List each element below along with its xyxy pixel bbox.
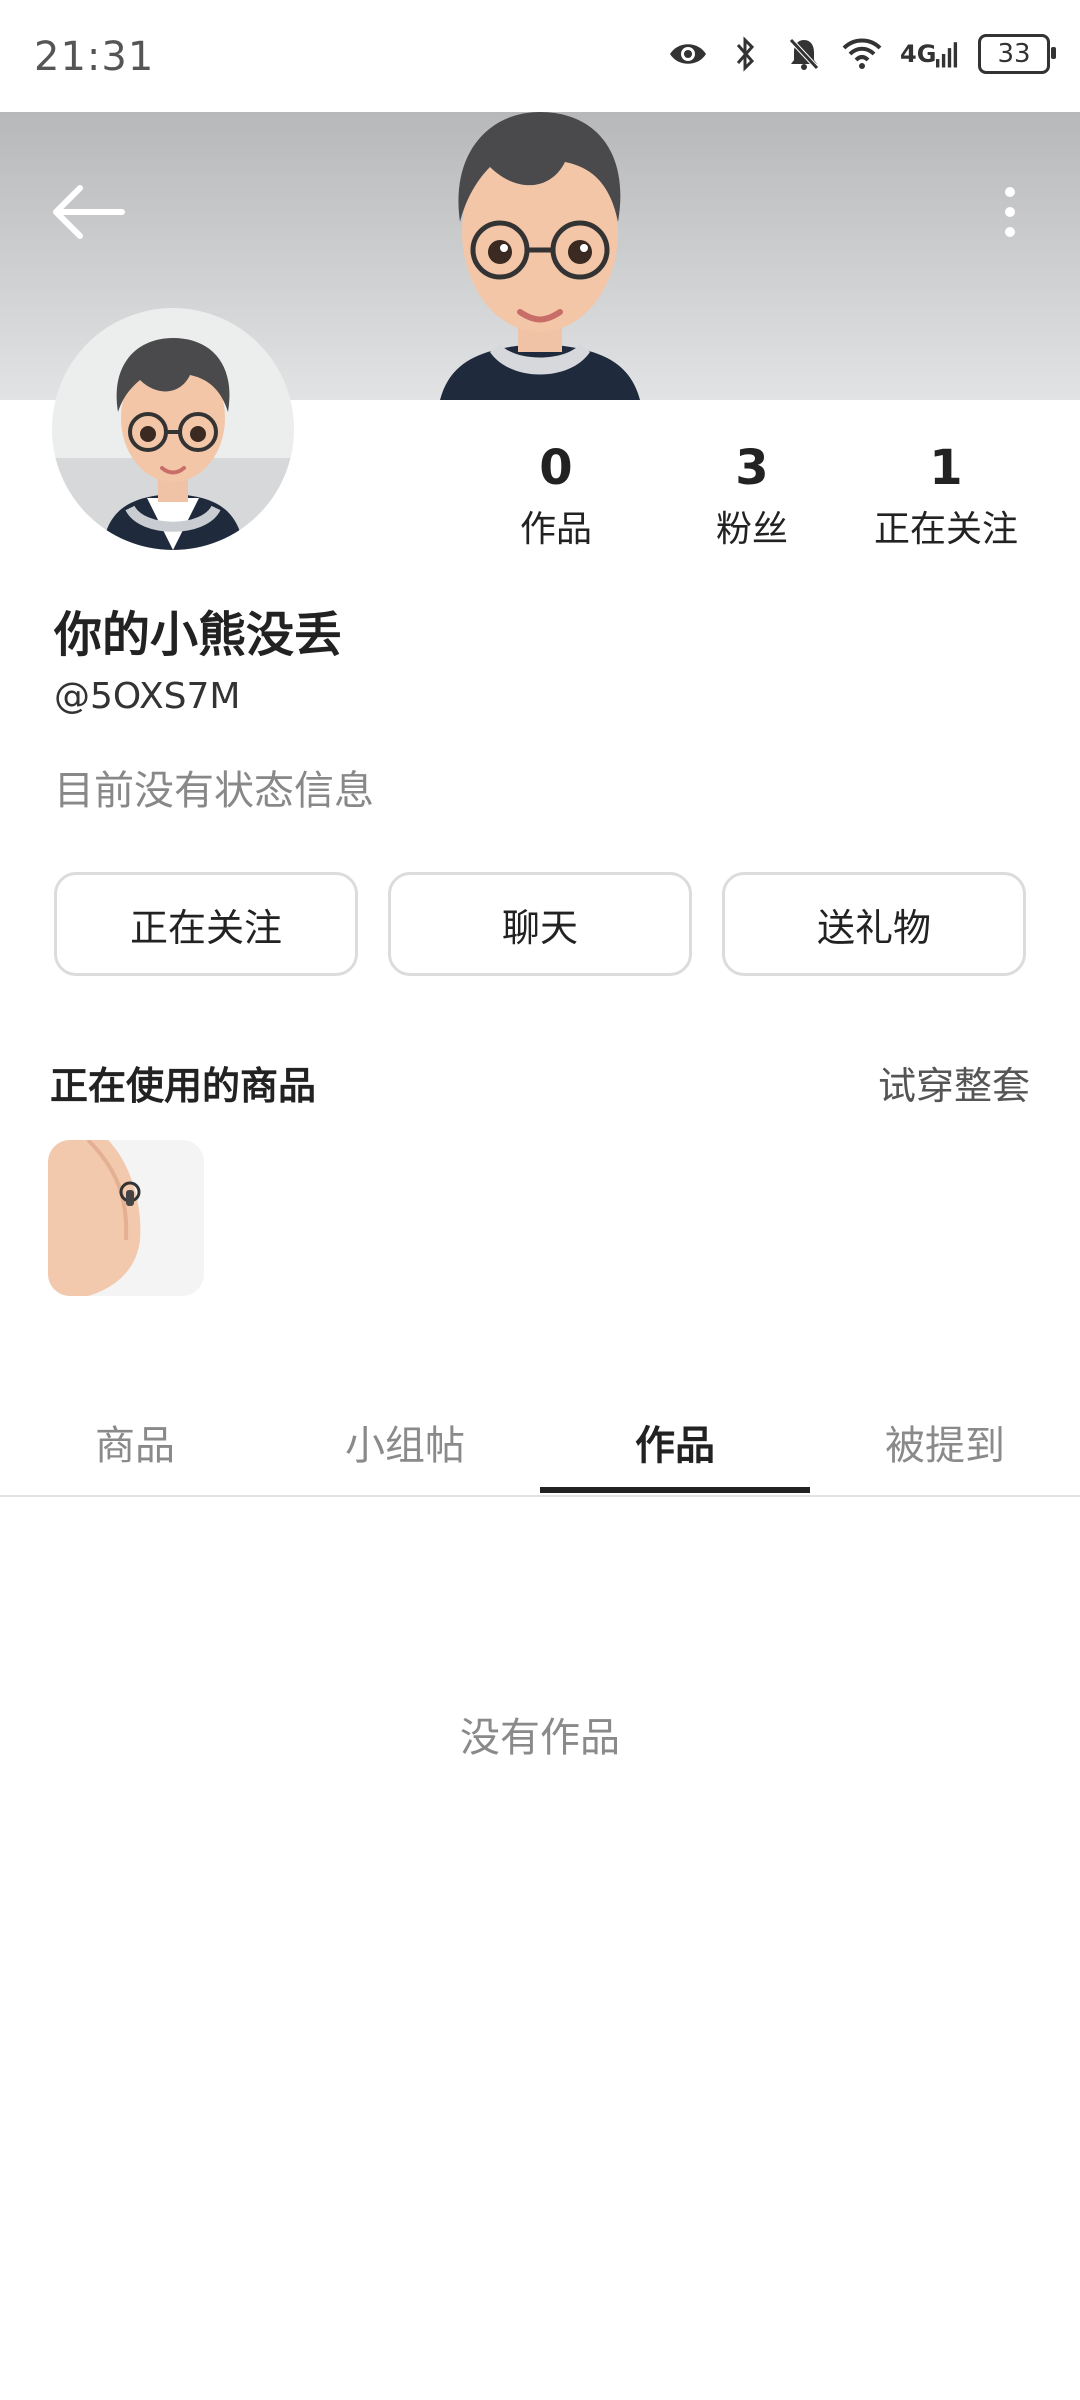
battery-level: 33 [997, 39, 1031, 69]
earring-item-image [48, 1140, 204, 1296]
bell-muted-icon [784, 34, 824, 74]
stat-followers-label: 粉丝 [715, 509, 788, 550]
following-button[interactable]: 正在关注 [54, 872, 358, 976]
profile-handle: @5OXS7M [54, 676, 241, 717]
send-gift-button[interactable]: 送礼物 [722, 872, 1026, 976]
back-button[interactable] [50, 172, 130, 252]
more-options-button[interactable] [980, 172, 1040, 252]
more-dot-icon [1005, 207, 1015, 217]
avatar-image [102, 338, 244, 550]
more-dot-icon [1005, 187, 1015, 197]
signal-icon: 4G [900, 34, 960, 74]
profile-name: 你的小熊没丢 [54, 607, 343, 663]
status-bar: 21:31 4G 33 [0, 0, 1080, 112]
stat-works-value: 0 [539, 440, 573, 496]
more-dot-icon [1005, 227, 1015, 237]
eye-icon [668, 34, 708, 74]
profile-avatar[interactable] [52, 308, 294, 550]
battery-icon: 33 [978, 34, 1056, 74]
tab-products[interactable]: 商品 [0, 1413, 270, 1471]
tab-works[interactable]: 作品 [540, 1413, 810, 1471]
stat-works[interactable]: 0 作品 [456, 440, 656, 552]
items-in-use-title: 正在使用的商品 [50, 1064, 317, 1108]
active-tab-indicator [540, 1487, 810, 1493]
wifi-icon [842, 34, 882, 74]
stat-works-label: 作品 [519, 509, 592, 550]
empty-state-message: 没有作品 [460, 1715, 620, 1761]
chat-button[interactable]: 聊天 [388, 872, 692, 976]
tab-mentions[interactable]: 被提到 [810, 1413, 1080, 1471]
profile-tabs: 商品 小组帖 作品 被提到 [0, 1395, 1080, 1497]
stat-followers[interactable]: 3 粉丝 [652, 440, 852, 552]
network-type: 4G [900, 40, 937, 68]
stat-following-value: 1 [929, 440, 963, 496]
stat-following[interactable]: 1 正在关注 [846, 440, 1046, 552]
item-earring-thumbnail[interactable] [48, 1140, 204, 1296]
try-outfit-link[interactable]: 试穿整套 [878, 1055, 1030, 1110]
stat-following-label: 正在关注 [873, 509, 1018, 550]
status-time: 21:31 [34, 34, 155, 80]
stat-followers-value: 3 [735, 440, 769, 496]
bluetooth-icon [726, 34, 766, 74]
banner-avatar-image [420, 112, 660, 400]
status-icons: 4G 33 [668, 34, 1056, 74]
tab-group-posts[interactable]: 小组帖 [270, 1413, 540, 1471]
profile-status: 目前没有状态信息 [54, 768, 374, 814]
arrow-left-icon [53, 185, 125, 239]
